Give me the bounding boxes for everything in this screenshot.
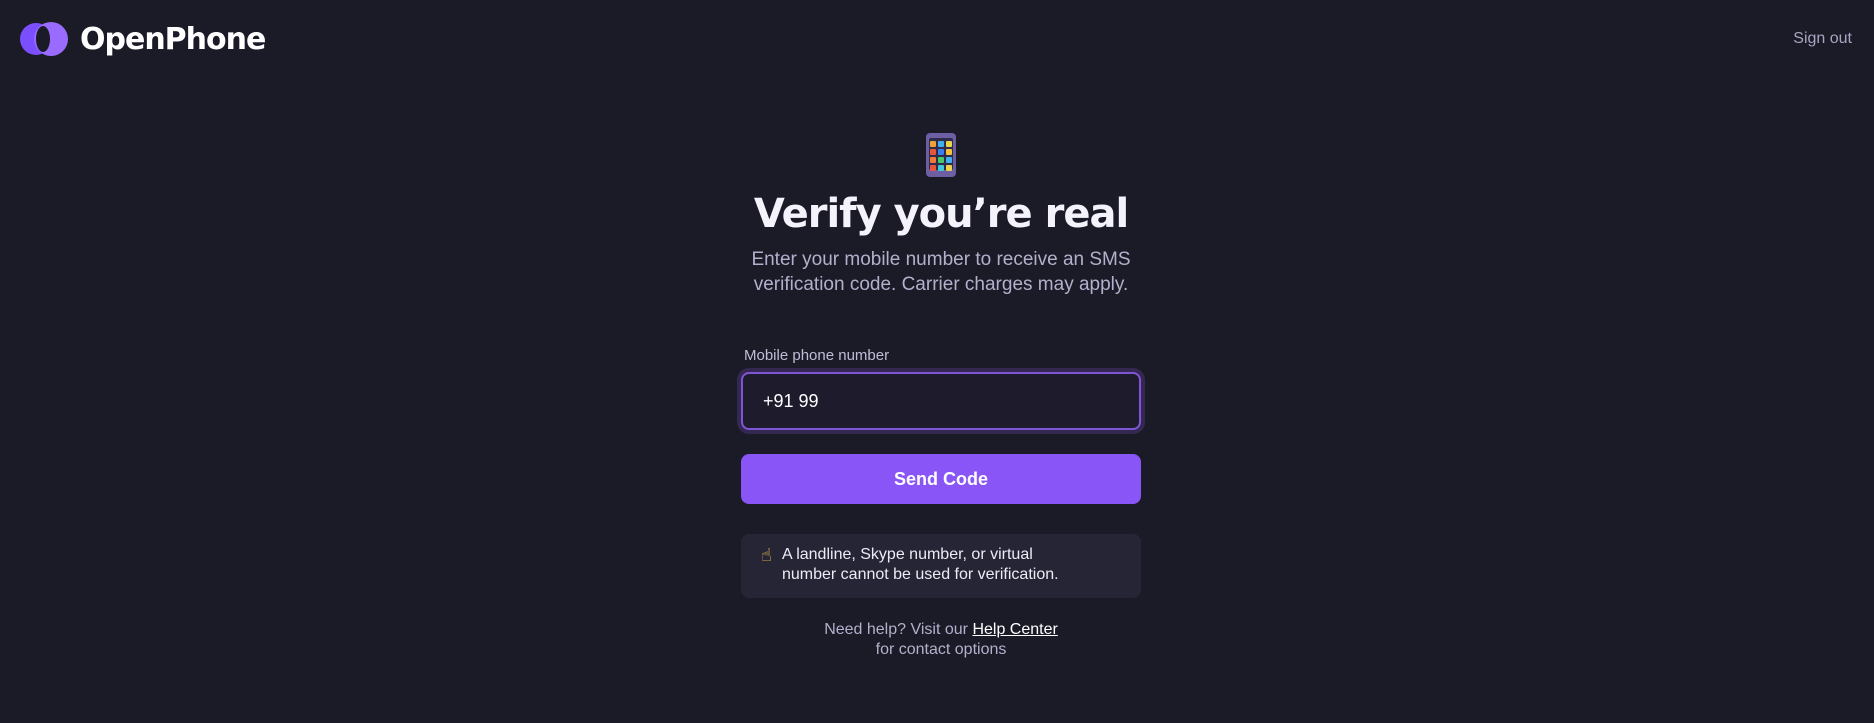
page-title: Verify you’re real xyxy=(753,191,1129,237)
page-subtitle: Enter your mobile number to receive an S… xyxy=(741,247,1141,297)
phone-field-container xyxy=(741,372,1141,430)
notice-box: ☝ A landline, Skype number, or virtual n… xyxy=(741,534,1141,598)
help-prefix: Need help? Visit our xyxy=(824,621,968,638)
top-bar: OpenPhone Sign out xyxy=(0,0,1874,80)
help-text: Need help? Visit our Help Center for con… xyxy=(741,620,1141,660)
help-suffix: for contact options xyxy=(875,641,1007,658)
notice-text: A landline, Skype number, or virtual num… xyxy=(782,545,1059,587)
pointing-finger-icon: ☝ xyxy=(761,545,772,565)
phone-field-label: Mobile phone number xyxy=(744,347,890,364)
help-center-link[interactable]: Help Center xyxy=(972,621,1057,638)
subtitle-line: Enter your mobile number to receive an S… xyxy=(751,249,1131,270)
brand-name: OpenPhone xyxy=(80,21,266,57)
notice-line: A landline, Skype number, or virtual xyxy=(781,546,1033,563)
send-code-button[interactable]: Send Code xyxy=(741,454,1141,504)
notice-line: number cannot be used for verification. xyxy=(781,566,1059,583)
subtitle-line: verification code. Carrier charges may a… xyxy=(753,274,1129,295)
openphone-logo[interactable]: OpenPhone xyxy=(20,20,266,58)
mobile-phone-icon xyxy=(926,133,956,177)
phone-number-input[interactable] xyxy=(763,390,1119,412)
openphone-logo-icon xyxy=(20,20,68,58)
verify-panel: Verify you’re real Enter your mobile num… xyxy=(741,133,1141,660)
sign-out-link[interactable]: Sign out xyxy=(1793,30,1852,48)
